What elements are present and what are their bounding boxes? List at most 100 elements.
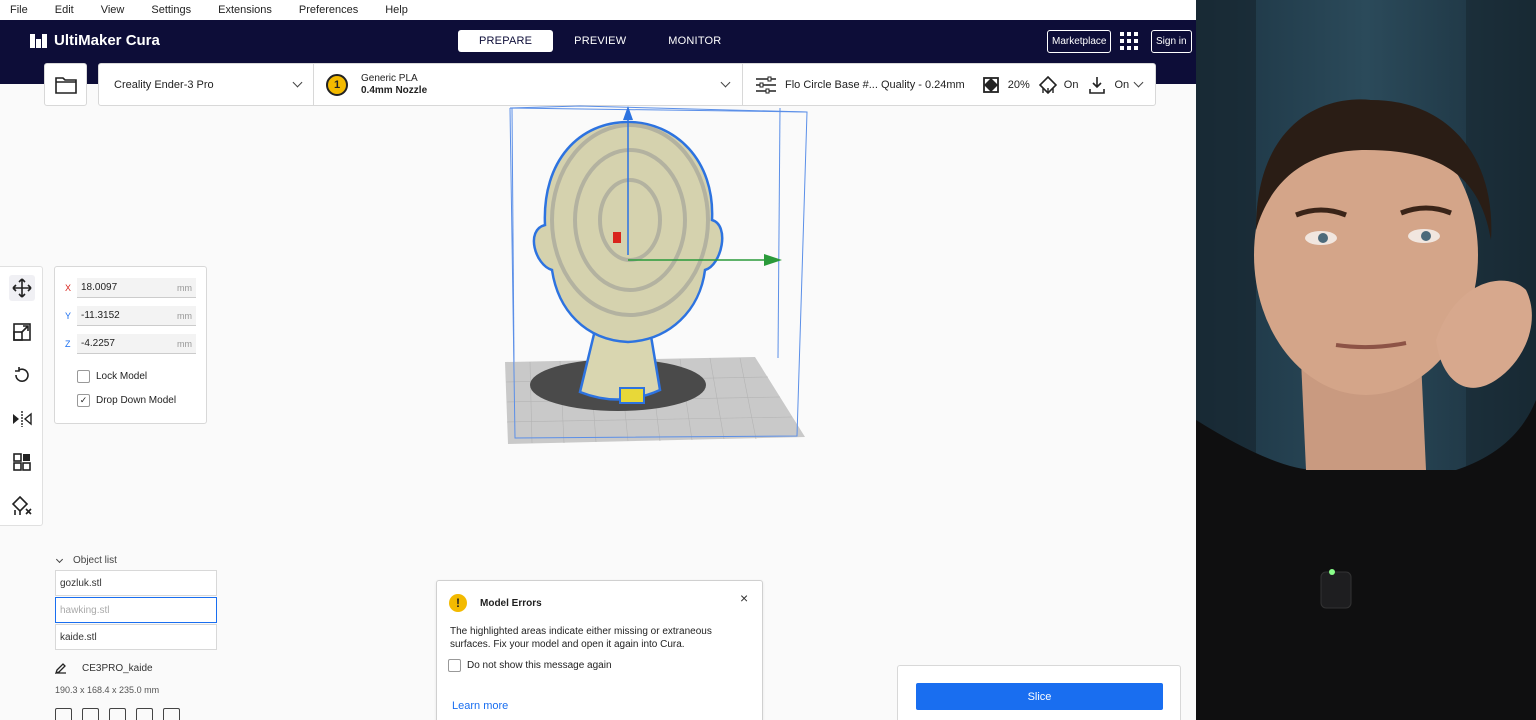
- menu-edit[interactable]: Edit: [55, 4, 74, 16]
- y-unit: mm: [177, 310, 192, 321]
- tab-preview[interactable]: PREVIEW: [553, 30, 647, 52]
- infill-icon: [982, 76, 999, 93]
- menu-preferences[interactable]: Preferences: [299, 4, 358, 16]
- message-title: Model Errors: [480, 598, 542, 609]
- rotate-icon: [15, 367, 29, 382]
- sign-in-button[interactable]: Sign in: [1151, 30, 1192, 53]
- material-name: Generic PLA: [361, 72, 418, 84]
- scale-icon: [13, 323, 31, 341]
- view-top-icon[interactable]: [109, 708, 126, 720]
- list-item[interactable]: hawking.stl: [55, 597, 217, 623]
- list-item[interactable]: gozluk.stl: [55, 570, 217, 596]
- view-right-icon[interactable]: [163, 708, 180, 720]
- dont-show-again-option[interactable]: Do not show this message again: [448, 659, 612, 672]
- scale-tool-button[interactable]: [9, 319, 35, 345]
- y-position-input[interactable]: -11.3152 mm: [77, 306, 196, 326]
- build-volume-scene: [505, 105, 808, 444]
- rotate-tool-button[interactable]: [9, 362, 35, 388]
- lock-model-label: Lock Model: [96, 371, 148, 382]
- tool-sidebar: [0, 266, 43, 526]
- chevron-down-icon: [55, 555, 64, 564]
- app-logo: UltiMaker Cura: [30, 32, 160, 49]
- support-value: On: [1063, 78, 1079, 91]
- chevron-down-icon: [1133, 77, 1144, 88]
- y-coordinate-row: Y -11.3152 mm: [65, 306, 198, 326]
- support-icon: [1038, 75, 1057, 94]
- z-value: -4.2257: [81, 338, 115, 349]
- profile-name: Flo Circle Base #... Quality - 0.24mm: [785, 78, 965, 91]
- x-position-input[interactable]: 18.0097 mm: [77, 278, 196, 298]
- adhesion-value: On: [1114, 78, 1130, 91]
- job-name[interactable]: CE3PRO_kaide: [55, 662, 153, 674]
- support-blocker-icon: [12, 496, 32, 515]
- ultimaker-logo-icon: [30, 33, 50, 48]
- object-list-toggle[interactable]: Object list: [55, 555, 117, 566]
- view-3d-icon[interactable]: [55, 708, 72, 720]
- menu-settings[interactable]: Settings: [151, 4, 191, 16]
- extruder-icon: 1: [326, 73, 348, 96]
- z-unit: mm: [177, 338, 192, 349]
- object-list-heading: Object list: [73, 555, 117, 566]
- message-body: The highlighted areas indicate either mi…: [450, 626, 712, 650]
- warning-icon: !: [449, 594, 467, 612]
- adhesion-icon: [1089, 76, 1106, 94]
- action-panel: Slice: [897, 665, 1181, 720]
- tab-prepare[interactable]: PREPARE: [458, 30, 554, 52]
- model-dimensions: 190.3 x 168.4 x 235.0 mm: [55, 685, 160, 695]
- menu-view[interactable]: View: [101, 4, 125, 16]
- camera-view-buttons: [55, 708, 180, 720]
- z-arrow-icon[interactable]: [623, 106, 633, 120]
- lock-model-checkbox[interactable]: [77, 370, 90, 383]
- learn-more-link[interactable]: Learn more: [452, 700, 508, 712]
- menu-file[interactable]: File: [10, 4, 28, 16]
- presenter-video: [1196, 0, 1536, 720]
- model-errors-message: ! Model Errors × The highlighted areas i…: [436, 580, 763, 720]
- per-model-settings-icon: [13, 453, 31, 471]
- printer-selector[interactable]: Creality Ender-3 Pro: [114, 64, 304, 105]
- per-model-settings-button[interactable]: [9, 449, 35, 475]
- settings-sliders-icon: [756, 76, 776, 93]
- move-icon: [12, 278, 32, 298]
- slice-button[interactable]: Slice: [916, 683, 1163, 710]
- cura-window: File Edit View Settings Extensions Prefe…: [0, 0, 1196, 720]
- material-info: Generic PLA 0.4mm Nozzle: [361, 73, 427, 97]
- x-value: 18.0097: [81, 282, 118, 293]
- z-axis-label: Z: [65, 339, 71, 349]
- drop-down-model-checkbox[interactable]: ✓: [77, 394, 90, 407]
- move-tool-button[interactable]: [9, 275, 35, 301]
- y-value: -11.3152: [81, 310, 120, 321]
- mirror-tool-button[interactable]: [9, 406, 35, 432]
- dont-show-again-checkbox[interactable]: [448, 659, 461, 672]
- open-file-button[interactable]: [44, 63, 87, 106]
- webcam-overlay: [1196, 0, 1536, 720]
- apps-grid-icon[interactable]: [1120, 32, 1138, 50]
- menu-extensions[interactable]: Extensions: [218, 4, 272, 16]
- x-coordinate-row: X 18.0097 mm: [65, 278, 198, 298]
- folder-icon: [54, 76, 77, 94]
- support-blocker-button[interactable]: [9, 493, 35, 519]
- material-selector[interactable]: 1 Generic PLA 0.4mm Nozzle: [326, 64, 736, 105]
- drop-down-model-option[interactable]: ✓ Drop Down Model: [77, 394, 176, 407]
- pencil-icon: [55, 663, 66, 674]
- view-left-icon[interactable]: [136, 708, 153, 720]
- view-front-icon[interactable]: [82, 708, 99, 720]
- list-item[interactable]: kaide.stl: [55, 624, 217, 650]
- infill-value: 20%: [1007, 78, 1030, 91]
- x-axis-label: X: [65, 283, 72, 293]
- move-tool-panel: X 18.0097 mm Y -11.3152 mm Z -4.2257 mm …: [54, 266, 207, 424]
- marketplace-button[interactable]: Marketplace: [1047, 30, 1112, 53]
- stage-tabs: PREPARE PREVIEW MONITOR: [458, 30, 742, 52]
- y-axis-label: Y: [65, 311, 72, 321]
- drop-down-model-label: Drop Down Model: [96, 395, 177, 406]
- 3d-viewport[interactable]: [500, 100, 820, 450]
- tab-monitor[interactable]: MONITOR: [647, 30, 742, 52]
- x-axis-handle[interactable]: [613, 232, 621, 243]
- lock-model-option[interactable]: Lock Model: [77, 370, 147, 383]
- menu-help[interactable]: Help: [385, 4, 408, 16]
- close-icon[interactable]: ×: [740, 590, 748, 606]
- z-position-input[interactable]: -4.2257 mm: [77, 334, 196, 354]
- print-settings-selector[interactable]: Flo Circle Base #... Quality - 0.24mm 20…: [755, 64, 1150, 105]
- printer-name: Creality Ender-3 Pro: [114, 78, 214, 91]
- x-unit: mm: [177, 282, 192, 293]
- app-name: UltiMaker Cura: [54, 32, 160, 49]
